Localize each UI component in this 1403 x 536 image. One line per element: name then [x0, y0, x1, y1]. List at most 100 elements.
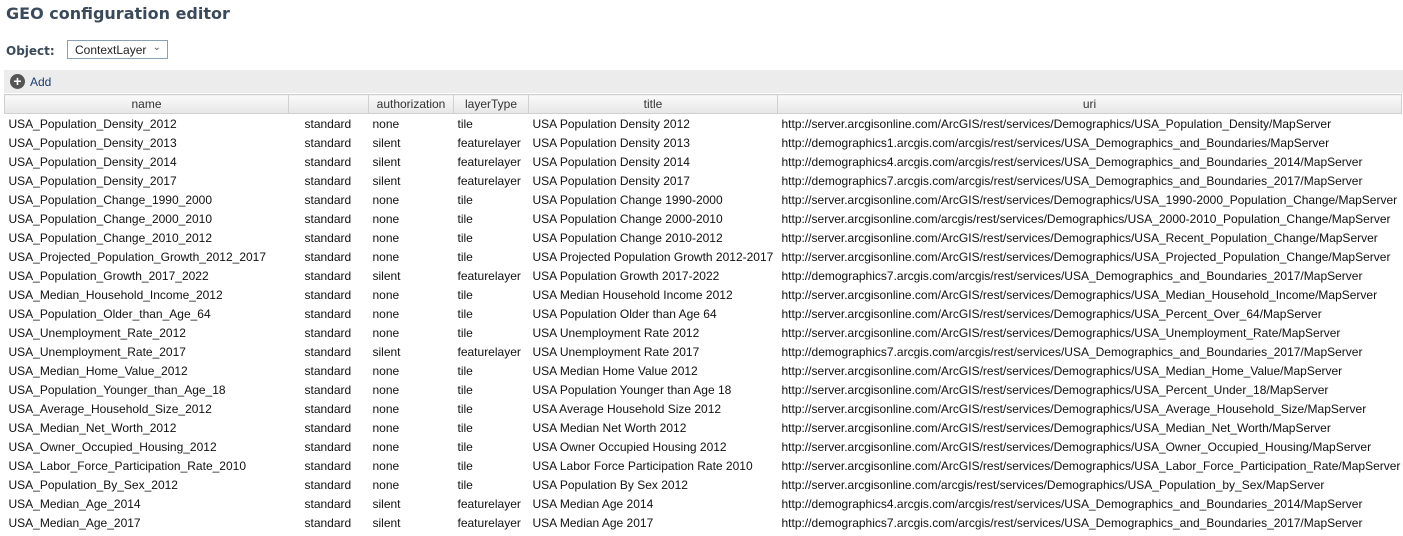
- cell-uri: http://demographics7.arcgis.com/arcgis/r…: [781, 344, 1363, 359]
- cell-title: USA Unemployment Rate 2012: [532, 325, 700, 340]
- table-row[interactable]: USA_Projected_Population_Growth_2012_201…: [5, 247, 1402, 266]
- cell-uri: http://demographics7.arcgis.com/arcgis/r…: [781, 515, 1363, 530]
- cell-standard: standard: [304, 230, 352, 245]
- cell-name: USA_Median_Net_Worth_2012: [8, 420, 177, 435]
- column-header-uri[interactable]: uri: [777, 94, 1402, 114]
- cell-authorization: none: [372, 192, 400, 207]
- cell-uri: http://server.arcgisonline.com/ArcGIS/re…: [781, 192, 1398, 207]
- cell-authorization: none: [372, 420, 400, 435]
- table-row[interactable]: USA_Median_Net_Worth_2012 standard none til…: [5, 418, 1402, 437]
- cell-layertype: tile: [457, 306, 473, 321]
- cell-name: USA_Median_Age_2017: [8, 515, 141, 530]
- cell-standard: standard: [304, 477, 352, 492]
- cell-uri: http://server.arcgisonline.com/ArcGIS/re…: [781, 439, 1372, 454]
- cell-authorization: none: [372, 306, 400, 321]
- cell-name: USA_Population_Change_2000_2010: [8, 211, 213, 226]
- cell-standard: standard: [304, 249, 352, 264]
- cell-name: USA_Population_Younger_than_Age_18: [8, 382, 226, 397]
- cell-authorization: none: [372, 211, 400, 226]
- cell-authorization: none: [372, 439, 400, 454]
- cell-title: USA Labor Force Participation Rate 2010: [532, 458, 753, 473]
- cell-uri: http://server.arcgisonline.com/ArcGIS/re…: [781, 420, 1331, 435]
- cell-layertype: tile: [457, 325, 473, 340]
- cell-uri: http://server.arcgisonline.com/ArcGIS/re…: [781, 306, 1322, 321]
- cell-uri: http://server.arcgisonline.com/ArcGIS/re…: [781, 230, 1378, 245]
- cell-layertype: featurelayer: [457, 496, 521, 511]
- table-row[interactable]: USA_Median_Age_2014 standard silent feature…: [5, 494, 1402, 513]
- table-row[interactable]: USA_Population_Change_1990_2000 standard n…: [5, 190, 1402, 209]
- cell-standard: standard: [304, 401, 352, 416]
- object-select[interactable]: ContextLayer ⌄: [67, 40, 168, 59]
- add-button[interactable]: + Add: [10, 74, 51, 89]
- table-row[interactable]: USA_Median_Age_2017 standard silent feature…: [5, 513, 1402, 532]
- cell-layertype: featurelayer: [457, 515, 521, 530]
- table-row[interactable]: USA_Population_Density_2017 standard silen…: [5, 171, 1402, 190]
- table-row[interactable]: USA_Population_Change_2010_2012 standard n…: [5, 228, 1402, 247]
- cell-authorization: none: [372, 287, 400, 302]
- cell-title: USA Median Age 2014: [532, 496, 654, 511]
- column-header-blank[interactable]: [288, 94, 369, 114]
- table-row[interactable]: USA_Population_Change_2000_2010 standard n…: [5, 209, 1402, 228]
- cell-authorization: none: [372, 382, 400, 397]
- cell-layertype: tile: [457, 458, 473, 473]
- cell-authorization: silent: [372, 515, 401, 530]
- cell-authorization: none: [372, 458, 400, 473]
- cell-uri: http://demographics1.arcgis.com/arcgis/r…: [781, 135, 1330, 150]
- cell-layertype: tile: [457, 382, 473, 397]
- table-row[interactable]: USA_Unemployment_Rate_2012 standard none ti…: [5, 323, 1402, 342]
- cell-name: USA_Population_By_Sex_2012: [8, 477, 178, 492]
- table-row[interactable]: USA_Population_Growth_2017_2022 standard s…: [5, 266, 1402, 285]
- cell-name: USA_Median_Home_Value_2012: [8, 363, 188, 378]
- cell-uri: http://demographics4.arcgis.com/arcgis/r…: [781, 154, 1363, 169]
- cell-name: USA_Population_Density_2017: [8, 173, 177, 188]
- table-row[interactable]: USA_Average_Household_Size_2012 standard n…: [5, 399, 1402, 418]
- cell-layertype: featurelayer: [457, 344, 521, 359]
- cell-name: USA_Population_Density_2012: [8, 116, 177, 131]
- cell-authorization: none: [372, 325, 400, 340]
- cell-uri: http://server.arcgisonline.com/ArcGIS/re…: [781, 363, 1343, 378]
- table-row[interactable]: USA_Owner_Occupied_Housing_2012 standard n…: [5, 437, 1402, 456]
- table-row[interactable]: USA_Unemployment_Rate_2017 standard silent…: [5, 342, 1402, 361]
- cell-uri: http://demographics7.arcgis.com/arcgis/r…: [781, 268, 1363, 283]
- cell-uri: http://demographics4.arcgis.com/arcgis/r…: [781, 496, 1363, 511]
- table-row[interactable]: USA_Population_Younger_than_Age_18 standa…: [5, 380, 1402, 399]
- cell-authorization: none: [372, 230, 400, 245]
- cell-standard: standard: [304, 420, 352, 435]
- cell-standard: standard: [304, 325, 352, 340]
- cell-name: USA_Population_Change_1990_2000: [8, 192, 213, 207]
- header-row: name authorization layerType title uri: [4, 94, 1402, 114]
- cell-title: USA Population Density 2017: [532, 173, 690, 188]
- table-row[interactable]: USA_Population_By_Sex_2012 standard none ti…: [5, 475, 1402, 494]
- cell-title: USA Population Change 2000-2010: [532, 211, 723, 226]
- cell-standard: standard: [304, 363, 352, 378]
- cell-layertype: featurelayer: [457, 268, 521, 283]
- table-row[interactable]: USA_Median_Household_Income_2012 standard…: [5, 285, 1402, 304]
- cell-layertype: tile: [457, 230, 473, 245]
- cell-authorization: silent: [372, 135, 401, 150]
- cell-standard: standard: [304, 268, 352, 283]
- cell-uri: http://server.arcgisonline.com/ArcGIS/re…: [781, 401, 1367, 416]
- cell-title: USA Projected Population Growth 2012-201…: [532, 249, 774, 264]
- cell-uri: http://server.arcgisonline.com/ArcGIS/re…: [781, 287, 1378, 302]
- column-header-name[interactable]: name: [4, 94, 289, 114]
- table-row[interactable]: USA_Population_Density_2012 standard none t…: [5, 114, 1402, 134]
- cell-layertype: featurelayer: [457, 173, 521, 188]
- cell-layertype: featurelayer: [457, 135, 521, 150]
- table-row[interactable]: USA_Labor_Force_Participation_Rate_2010 s…: [5, 456, 1402, 475]
- cell-layertype: tile: [457, 477, 473, 492]
- cell-uri: http://demographics7.arcgis.com/arcgis/r…: [781, 173, 1363, 188]
- config-table: name authorization layerType title uri USA_P…: [4, 94, 1402, 532]
- column-header-layerType[interactable]: layerType: [453, 94, 529, 114]
- cell-authorization: silent: [372, 173, 401, 188]
- cell-title: USA Median Home Value 2012: [532, 363, 698, 378]
- table-row[interactable]: USA_Population_Older_than_Age_64 standard…: [5, 304, 1402, 323]
- cell-layertype: tile: [457, 363, 473, 378]
- cell-title: USA Population Younger than Age 18: [532, 382, 732, 397]
- table-row[interactable]: USA_Population_Density_2013 standard silen…: [5, 133, 1402, 152]
- column-header-title[interactable]: title: [528, 94, 778, 114]
- cell-name: USA_Owner_Occupied_Housing_2012: [8, 439, 217, 454]
- table-row[interactable]: USA_Population_Density_2014 standard silen…: [5, 152, 1402, 171]
- cell-standard: standard: [304, 135, 352, 150]
- table-row[interactable]: USA_Median_Home_Value_2012 standard none ti…: [5, 361, 1402, 380]
- column-header-authorization[interactable]: authorization: [368, 94, 454, 114]
